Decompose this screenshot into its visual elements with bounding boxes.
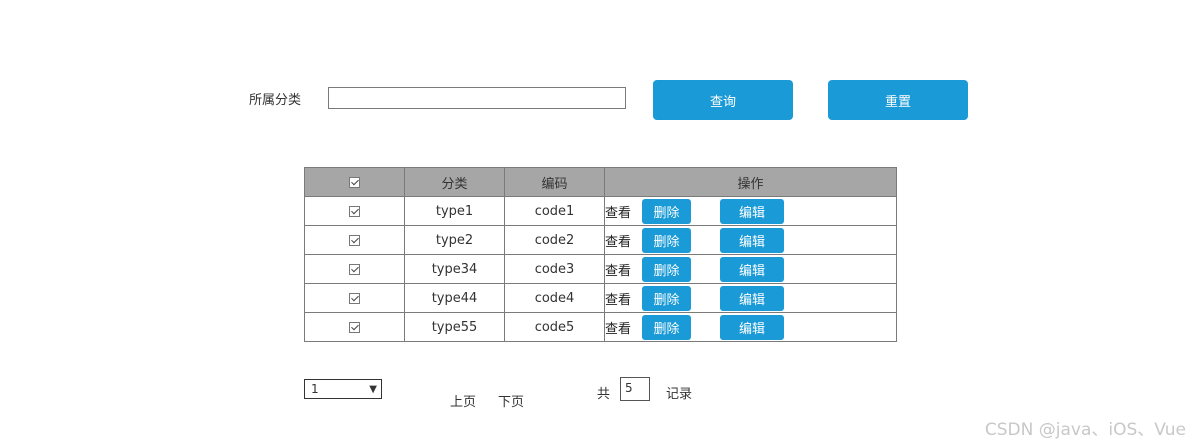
row-actions: 查看 删除 编辑 <box>604 312 897 342</box>
chevron-down-icon: ▼ <box>369 383 377 395</box>
row-actions: 查看 删除 编辑 <box>604 254 897 284</box>
edit-button[interactable]: 编辑 <box>720 227 785 253</box>
delete-button[interactable]: 删除 <box>642 256 692 282</box>
column-header-category: 分类 <box>404 167 505 197</box>
table-row: type34 code3 查看 删除 编辑 <box>304 254 897 284</box>
total-count: 5 <box>620 377 650 401</box>
column-header-actions: 操作 <box>604 167 897 197</box>
row-actions: 查看 删除 编辑 <box>604 225 897 255</box>
table-row: type55 code5 查看 删除 编辑 <box>304 312 897 342</box>
row-category: type1 <box>404 196 505 226</box>
select-all-checkbox[interactable] <box>349 176 360 188</box>
edit-button[interactable]: 编辑 <box>720 256 785 282</box>
delete-button[interactable]: 删除 <box>642 285 692 311</box>
edit-button[interactable]: 编辑 <box>720 285 785 311</box>
row-code: code3 <box>504 254 605 284</box>
row-code: code1 <box>504 196 605 226</box>
delete-button[interactable]: 删除 <box>642 227 692 253</box>
row-category: type2 <box>404 225 505 255</box>
row-code: code2 <box>504 225 605 255</box>
category-table: 分类 编码 操作 type1 code1 查看 删除 编辑 type2 code2 查看 删除编… <box>304 167 897 342</box>
edit-button[interactable]: 编辑 <box>720 198 785 224</box>
row-select-cell[interactable] <box>304 283 405 313</box>
row-select-cell[interactable] <box>304 312 405 342</box>
view-link[interactable]: 查看 <box>605 260 631 279</box>
row-checkbox[interactable] <box>349 292 360 304</box>
row-select-cell[interactable] <box>304 196 405 226</box>
view-link[interactable]: 查看 <box>605 231 631 250</box>
row-checkbox[interactable] <box>349 321 360 333</box>
prev-page-link[interactable]: 上页 <box>450 391 476 410</box>
row-checkbox[interactable] <box>349 263 360 275</box>
row-category: type55 <box>404 312 505 342</box>
total-prefix: 共 <box>597 387 611 402</box>
select-all-header[interactable] <box>304 167 405 197</box>
table-row: type2 code2 查看 删除 编辑 <box>304 225 897 255</box>
table-row: type44 code4 查看 删除 编辑 <box>304 283 897 313</box>
view-link[interactable]: 查看 <box>605 318 631 337</box>
view-link[interactable]: 查看 <box>605 289 631 308</box>
edit-button[interactable]: 编辑 <box>720 314 785 340</box>
page-select-value: 1 <box>311 382 319 396</box>
row-select-cell[interactable] <box>304 254 405 284</box>
table-header-row: 分类 编码 操作 <box>304 167 897 197</box>
row-actions: 查看 删除 编辑 <box>604 196 897 226</box>
reset-button[interactable]: 重置 <box>828 80 968 120</box>
row-select-cell[interactable] <box>304 225 405 255</box>
row-category: type44 <box>404 283 505 313</box>
row-code: code5 <box>504 312 605 342</box>
table-row: type1 code1 查看 删除 编辑 <box>304 196 897 226</box>
page-select[interactable]: 1 ▼ <box>304 379 382 399</box>
row-checkbox[interactable] <box>349 205 360 217</box>
delete-button[interactable]: 删除 <box>642 314 692 340</box>
column-header-code: 编码 <box>504 167 605 197</box>
row-actions: 查看 删除 编辑 <box>604 283 897 313</box>
query-button[interactable]: 查询 <box>653 80 793 120</box>
next-page-link[interactable]: 下页 <box>498 391 524 410</box>
view-link[interactable]: 查看 <box>605 202 631 221</box>
category-input[interactable] <box>328 87 626 109</box>
row-checkbox[interactable] <box>349 234 360 246</box>
delete-button[interactable]: 删除 <box>642 198 692 224</box>
category-label: 所属分类 <box>249 93 302 108</box>
total-suffix: 记录 <box>666 387 693 402</box>
row-code: code4 <box>504 283 605 313</box>
watermark: CSDN @java、iOS、Vue <box>984 420 1186 440</box>
row-category: type34 <box>404 254 505 284</box>
